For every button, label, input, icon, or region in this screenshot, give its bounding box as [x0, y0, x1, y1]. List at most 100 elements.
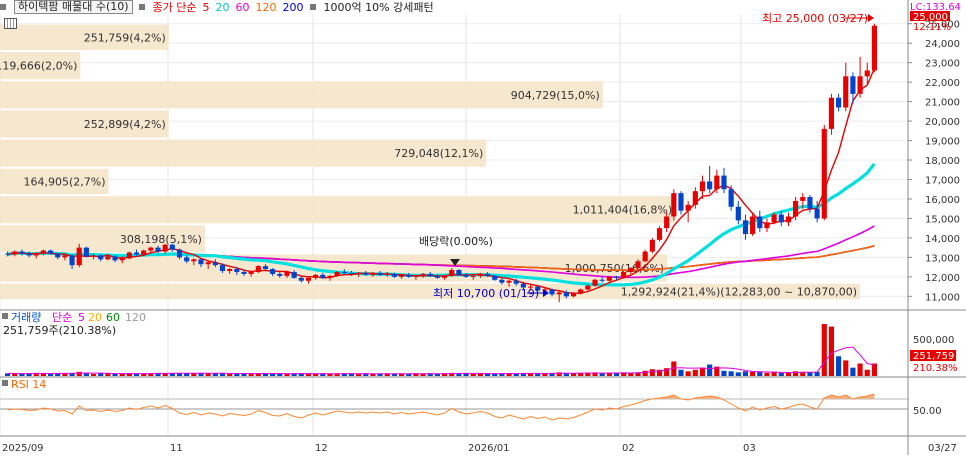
volume-bar	[492, 373, 498, 376]
candle	[828, 93, 835, 135]
candle	[83, 246, 89, 258]
price-tick-label: 23,000	[925, 59, 960, 70]
volume-bar	[470, 373, 476, 376]
date-tick-label: 03/27	[928, 443, 957, 454]
volume-profile-label: 308,198(5,1%)	[120, 233, 202, 246]
volume-bar	[613, 373, 620, 376]
volume-bar	[570, 373, 577, 376]
grid-toggle-icon[interactable]	[4, 18, 17, 29]
legend-marker-2-icon	[138, 4, 145, 10]
volume-bar	[370, 373, 376, 376]
ma-label: 종가 단순	[152, 1, 197, 14]
volume-bar	[857, 363, 863, 376]
chart-window: 251,759(4,2%) 119,666(2,0%) 904,729(15,0%)…	[0, 0, 966, 455]
ma-60: 60	[235, 0, 250, 14]
volume-profile-label: 1,292,924(21,4%)(12,283,00 ~ 10,870,00)	[621, 285, 857, 298]
volume-bar	[699, 367, 706, 376]
date-tick-label: 11	[170, 443, 183, 454]
ma-5: 5	[202, 0, 210, 14]
chart-title[interactable]: 하이텍팜 매물대 수(10)	[14, 0, 133, 14]
volume-bar	[205, 373, 211, 376]
rsi-label: RSI 14	[11, 378, 46, 391]
volume-bar	[420, 373, 426, 376]
candle	[656, 226, 663, 242]
volume-bar	[750, 371, 756, 376]
volume-bar	[348, 373, 355, 376]
price-tick-label: 19,000	[925, 137, 960, 148]
volume-bar	[649, 369, 655, 376]
legend-marker-icon	[0, 4, 6, 10]
volume-bar	[828, 326, 835, 376]
volume-profile-label: 119,666(2,0%)	[0, 60, 77, 73]
volume-bar	[305, 373, 312, 376]
price-tick-label: 16,000	[925, 195, 960, 206]
candle	[871, 23, 877, 73]
volume-bar	[313, 373, 319, 376]
chart-legend: 하이텍팜 매물대 수(10) 종가 단순 5 20 60 120 200 100…	[0, 0, 434, 14]
price-tick-label: 13,000	[925, 253, 960, 264]
price-tick-label: 17,000	[925, 175, 960, 186]
volume-axis-label: 500,000	[913, 335, 954, 346]
volume-profile-label: 904,729(15,0%)	[511, 89, 600, 102]
dividend-annotation: 배당락(0.00%)	[419, 235, 493, 248]
price-tick-label: 14,000	[925, 234, 960, 245]
volume-profile-label: 252,899(4,2%)	[84, 118, 166, 131]
volume-bar	[807, 372, 813, 376]
volume-bar	[356, 373, 362, 376]
volume-bar	[721, 370, 727, 376]
volume-bar	[728, 371, 734, 376]
price-tick-label: 24,000	[925, 39, 960, 50]
price-tick-label: 12,000	[925, 273, 960, 284]
volume-bar	[757, 371, 763, 376]
volume-bar	[599, 373, 605, 376]
volume-bar	[850, 367, 856, 376]
volume-bar	[19, 373, 25, 376]
volume-bar	[83, 373, 89, 376]
volume-last-label: 251,759주(210.38%)	[3, 324, 116, 337]
date-tick-label: 02	[622, 443, 635, 454]
volume-ma-label: 단순	[52, 311, 72, 324]
volume-bar	[692, 369, 698, 376]
date-tick-label: 03	[743, 443, 756, 454]
pct-badge-text: 12.11%	[913, 22, 951, 33]
volume-bar	[771, 372, 777, 376]
volume-profile-label: 1,011,404(16,8%)	[573, 204, 673, 217]
volume-bar	[707, 364, 713, 376]
pattern-label: 1000억 10% 강세패턴	[323, 1, 434, 14]
volume-bar	[871, 363, 877, 376]
volume-bar	[327, 373, 333, 376]
candle	[126, 251, 132, 260]
volume-bar	[685, 371, 691, 376]
stock-chart[interactable]: 251,759(4,2%) 119,666(2,0%) 904,729(15,0%)…	[0, 0, 966, 455]
volume-profile-label: 251,759(4,2%)	[84, 31, 166, 44]
candle	[456, 269, 462, 276]
volume-bar	[98, 373, 104, 376]
volume-bar	[678, 369, 684, 376]
low-annotation: 최저 10,700 (01/19)	[433, 287, 539, 300]
volume-bar	[836, 356, 842, 376]
volume-bar	[133, 373, 140, 376]
volume-bar	[578, 373, 584, 376]
ma-120: 120	[255, 0, 277, 14]
candle	[592, 278, 598, 287]
volume-bar	[542, 373, 548, 376]
volume-ma-5: 5	[78, 311, 85, 324]
price-tick-label: 21,000	[925, 98, 960, 109]
volume-bar	[227, 373, 233, 376]
volume-ma-20: 20	[88, 311, 102, 324]
date-tick-label: 2025/09	[2, 443, 44, 454]
volume-badge-text: 251,759	[913, 351, 954, 362]
price-tick-label: 15,000	[925, 214, 960, 225]
volume-bar	[262, 373, 269, 376]
price-tick-label: 20,000	[925, 117, 960, 128]
candle	[821, 124, 827, 221]
candle	[671, 189, 677, 221]
volume-bar	[735, 372, 741, 376]
date-tick-label: 2026/01	[468, 443, 510, 454]
volume-label: 거래량	[11, 311, 41, 324]
volume-bar	[821, 324, 827, 376]
legend-marker-3-icon	[309, 4, 316, 10]
volume-bar	[47, 373, 54, 376]
volume-bar	[406, 373, 412, 376]
volume-bar	[90, 373, 97, 376]
